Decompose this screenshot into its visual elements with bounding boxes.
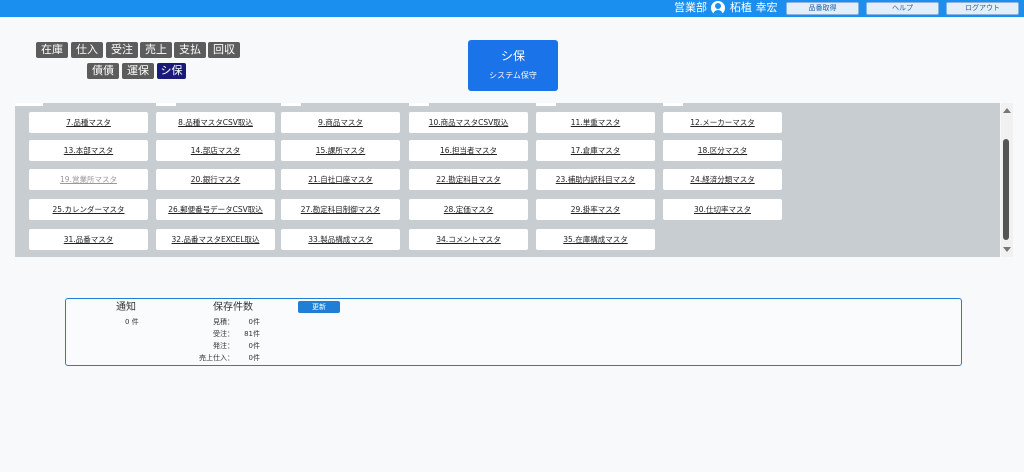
master-button[interactable]: 26.郵便番号データCSV取込 <box>156 199 275 220</box>
master-button[interactable]: 17.倉庫マスタ <box>536 140 655 161</box>
module-saisai[interactable]: 債債 <box>87 63 119 79</box>
saved-count-value: 0件 <box>248 342 260 350</box>
get-part-number-button[interactable]: 品番取得 <box>786 2 859 15</box>
logout-button[interactable]: ログアウト <box>946 2 1019 15</box>
master-button[interactable]: 33.製品構成マスタ <box>281 229 400 250</box>
update-button[interactable]: 更新 <box>298 301 340 313</box>
master-button[interactable]: 20.銀行マスタ <box>156 169 275 190</box>
panel-top-strip <box>663 103 683 106</box>
notice-count: 0 件 <box>125 318 139 326</box>
master-button[interactable]: 34.コメントマスタ <box>409 229 528 250</box>
master-button[interactable]: 32.品番マスタEXCEL取込 <box>156 229 275 250</box>
saved-count-label: 発注： <box>213 342 234 350</box>
user-icon <box>711 1 725 15</box>
panel-top-strip <box>409 103 429 106</box>
scroll-down-arrow-icon[interactable] <box>1003 247 1011 252</box>
scroll-thumb[interactable] <box>1003 139 1009 240</box>
master-button[interactable]: 12.メーカーマスタ <box>663 112 782 133</box>
master-button[interactable]: 18.区分マスタ <box>663 140 782 161</box>
master-button[interactable]: 16.担当者マスタ <box>409 140 528 161</box>
module-kaishu[interactable]: 回収 <box>208 42 240 58</box>
module-juchu[interactable]: 受注 <box>106 42 138 58</box>
saved-count-value: 81件 <box>244 330 260 338</box>
system-maintenance-box[interactable]: シ保 システム保守 <box>468 40 558 91</box>
saved-count-value: 0件 <box>248 354 260 362</box>
master-button[interactable]: 21.自社口座マスタ <box>281 169 400 190</box>
system-box-subtitle: システム保守 <box>489 71 537 80</box>
module-shiho-active[interactable]: シ保 <box>157 63 186 79</box>
module-shiharai[interactable]: 支払 <box>174 42 206 58</box>
master-button[interactable]: 22.勘定科目マスタ <box>409 169 528 190</box>
scroll-up-arrow-icon[interactable] <box>1003 108 1011 113</box>
module-zaiko[interactable]: 在庫 <box>36 42 68 58</box>
department-label: 営業部 <box>674 1 707 14</box>
module-unpo[interactable]: 運保 <box>122 63 154 79</box>
system-box-title: シ保 <box>500 49 525 63</box>
master-button[interactable]: 30.仕切率マスタ <box>663 199 782 220</box>
master-button[interactable]: 23.補助内訳科目マスタ <box>536 169 655 190</box>
saved-count-title: 保存件数 <box>213 302 253 313</box>
saved-count-label: 売上仕入： <box>199 354 234 362</box>
master-button[interactable]: 14.部店マスタ <box>156 140 275 161</box>
master-button[interactable]: 8.品種マスタCSV取込 <box>156 112 275 133</box>
saved-count-value: 0件 <box>248 318 260 326</box>
master-button[interactable]: 11.単重マスタ <box>536 112 655 133</box>
saved-count-label: 受注： <box>213 330 234 338</box>
user-name: 柘植 幸宏 <box>730 1 778 14</box>
master-button[interactable]: 19.営業所マスタ <box>29 169 148 190</box>
master-button[interactable]: 13.本部マスタ <box>29 140 148 161</box>
master-button[interactable]: 9.商品マスタ <box>281 112 400 133</box>
saved-count-label: 見積： <box>213 318 234 326</box>
help-button[interactable]: ヘルプ <box>866 2 939 15</box>
master-button[interactable]: 28.定価マスタ <box>409 199 528 220</box>
module-uriage[interactable]: 売上 <box>140 42 172 58</box>
panel-top-strip <box>281 103 301 106</box>
module-shiire[interactable]: 仕入 <box>71 42 103 58</box>
master-button[interactable]: 10.商品マスタCSV取込 <box>409 112 528 133</box>
master-button[interactable]: 15.課所マスタ <box>281 140 400 161</box>
master-button[interactable]: 27.勘定科目制御マスタ <box>281 199 400 220</box>
panel-top-strip <box>536 103 556 106</box>
master-button[interactable]: 24.経済分類マスタ <box>663 169 782 190</box>
panel-top-strip <box>156 103 176 106</box>
master-button[interactable]: 35.在庫構成マスタ <box>536 229 655 250</box>
panel-top-strip <box>15 103 43 106</box>
master-button[interactable]: 25.カレンダーマスタ <box>29 199 148 220</box>
master-button[interactable]: 29.掛率マスタ <box>536 199 655 220</box>
notice-title: 通知 <box>116 302 136 313</box>
master-button[interactable]: 7.品種マスタ <box>29 112 148 133</box>
master-button[interactable]: 31.品番マスタ <box>29 229 148 250</box>
